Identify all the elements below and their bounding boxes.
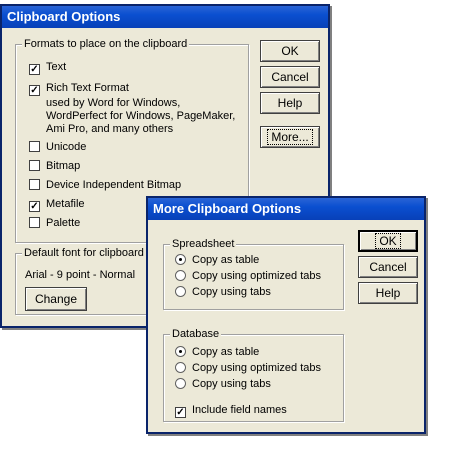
- format-metafile-checkbox[interactable]: ✓ Metafile: [29, 198, 85, 212]
- dialog-title: Clipboard Options: [7, 9, 121, 24]
- format-unicode-checkbox[interactable]: Unicode: [29, 141, 86, 154]
- checkbox-box[interactable]: ✓: [29, 85, 40, 96]
- spreadsheet-tabs-radio[interactable]: Copy using tabs: [175, 286, 271, 299]
- format-rtf-checkbox[interactable]: ✓ Rich Text Format: [29, 82, 129, 96]
- ok-button[interactable]: OK: [260, 40, 320, 62]
- checkbox-box[interactable]: ✓: [29, 201, 40, 212]
- include-field-names-checkbox[interactable]: ✓ Include field names: [175, 404, 287, 418]
- checkbox-box[interactable]: [29, 160, 40, 171]
- checkbox-box[interactable]: [29, 217, 40, 228]
- more-ok-button[interactable]: OK: [358, 230, 418, 252]
- more-help-button[interactable]: Help: [358, 282, 418, 304]
- help-button[interactable]: Help: [260, 92, 320, 114]
- default-font-group: Default font for clipboard Arial - 9 poi…: [15, 247, 155, 315]
- more-button[interactable]: More...: [260, 126, 320, 148]
- dialog-title: More Clipboard Options: [153, 201, 302, 216]
- format-text-checkbox[interactable]: ✓ Text: [29, 61, 66, 75]
- database-legend: Database: [170, 328, 222, 340]
- checkbox-box[interactable]: [29, 141, 40, 152]
- format-palette-checkbox[interactable]: Palette: [29, 217, 80, 230]
- clipboard-options-title-bar[interactable]: Clipboard Options: [2, 6, 328, 28]
- default-font-value: Arial - 9 point - Normal: [25, 269, 136, 281]
- radio-button[interactable]: [175, 286, 186, 297]
- spreadsheet-optimized-tabs-radio[interactable]: Copy using optimized tabs: [175, 270, 321, 283]
- format-dib-checkbox[interactable]: Device Independent Bitmap: [29, 179, 181, 192]
- checkbox-box[interactable]: [29, 179, 40, 190]
- more-clipboard-options-dialog: More Clipboard Options Spreadsheet Copy …: [146, 196, 426, 434]
- database-optimized-tabs-radio[interactable]: Copy using optimized tabs: [175, 362, 321, 375]
- radio-button[interactable]: [175, 378, 186, 389]
- radio-button[interactable]: [175, 346, 186, 357]
- formats-group-legend: Formats to place on the clipboard: [22, 38, 190, 50]
- checkbox-box[interactable]: ✓: [29, 64, 40, 75]
- database-copy-as-table-radio[interactable]: Copy as table: [175, 346, 259, 359]
- cancel-button[interactable]: Cancel: [260, 66, 320, 88]
- format-bitmap-checkbox[interactable]: Bitmap: [29, 160, 80, 173]
- radio-button[interactable]: [175, 362, 186, 373]
- spreadsheet-copy-as-table-radio[interactable]: Copy as table: [175, 254, 259, 267]
- more-cancel-button[interactable]: Cancel: [358, 256, 418, 278]
- more-options-title-bar[interactable]: More Clipboard Options: [148, 198, 424, 220]
- database-group: Database Copy as table Copy using optimi…: [163, 328, 344, 422]
- change-font-button[interactable]: Change: [25, 287, 87, 311]
- spreadsheet-group: Spreadsheet Copy as table Copy using opt…: [163, 238, 344, 310]
- rtf-description: used by Word for Windows, WordPerfect fo…: [46, 97, 236, 135]
- radio-button[interactable]: [175, 270, 186, 281]
- spreadsheet-legend: Spreadsheet: [170, 238, 237, 250]
- radio-button[interactable]: [175, 254, 186, 265]
- checkbox-box[interactable]: ✓: [175, 407, 186, 418]
- database-tabs-radio[interactable]: Copy using tabs: [175, 378, 271, 391]
- default-font-legend: Default font for clipboard: [22, 247, 146, 259]
